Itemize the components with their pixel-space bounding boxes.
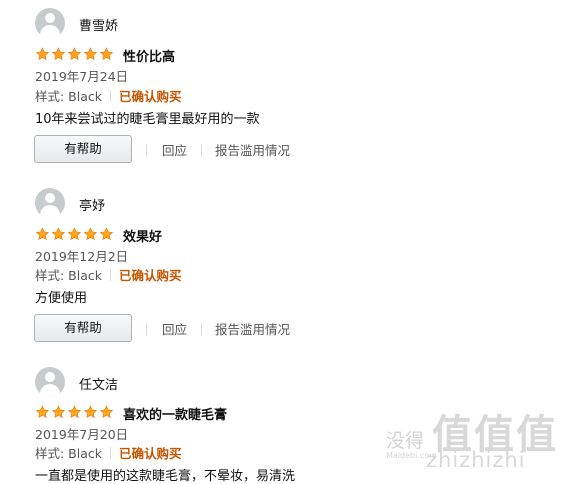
reviewer-name[interactable]: 亭妤: [79, 195, 105, 214]
review-title[interactable]: 效果好: [123, 226, 162, 245]
review-actions: 回应 报告滥用情况: [146, 319, 290, 338]
style-label[interactable]: 样式: Black: [35, 89, 102, 104]
report-abuse-link[interactable]: 报告滥用情况: [215, 322, 290, 337]
review-title[interactable]: 性价比高: [123, 46, 175, 65]
avatar[interactable]: [35, 188, 65, 218]
star-rating[interactable]: [35, 47, 114, 61]
reply-link[interactable]: 回应: [162, 322, 187, 337]
star-icon: [51, 227, 66, 241]
star-icon: [35, 47, 50, 61]
divider: [110, 90, 112, 102]
divider: [200, 144, 202, 157]
style-label[interactable]: 样式: Black: [35, 268, 102, 283]
review-date: 2019年12月2日: [35, 249, 129, 264]
star-icon: [83, 47, 98, 61]
divider: [200, 323, 202, 336]
review-meta: 样式: Black 已确认购买: [35, 443, 182, 462]
star-icon: [35, 405, 50, 419]
verified-purchase-badge: 已确认购买: [119, 268, 182, 283]
star-icon: [99, 227, 114, 241]
avatar[interactable]: [35, 367, 65, 397]
review-body: 方便使用: [35, 291, 88, 306]
divider: [110, 269, 112, 281]
verified-purchase-badge: 已确认购买: [119, 446, 182, 461]
reviewer-name[interactable]: 任文洁: [79, 374, 118, 393]
review-body: 10年来尝试过的睫毛膏里最好用的一款: [35, 112, 260, 127]
review-date: 2019年7月20日: [35, 427, 129, 442]
watermark-site: Maidebi.com: [386, 451, 437, 460]
divider: [110, 447, 112, 459]
star-icon: [67, 405, 82, 419]
verified-purchase-badge: 已确认购买: [119, 89, 182, 104]
review-meta: 样式: Black 已确认购买: [35, 265, 182, 284]
review-body: 一直都是使用的这款睫毛膏，不晕妆，易清洗: [35, 469, 296, 484]
star-icon: [83, 405, 98, 419]
watermark-big-text: 值值值: [432, 412, 558, 458]
style-label[interactable]: 样式: Black: [35, 446, 102, 461]
review-title[interactable]: 喜欢的一款睫毛膏: [123, 404, 227, 423]
review-date: 2019年7月24日: [35, 69, 129, 84]
star-rating[interactable]: [35, 227, 114, 241]
review-meta: 样式: Black 已确认购买: [35, 86, 182, 105]
reply-link[interactable]: 回应: [162, 143, 187, 158]
star-rating[interactable]: [35, 405, 114, 419]
watermark: 值值值 没得 Maidebi.com zhizhizhi: [386, 396, 574, 482]
avatar[interactable]: [35, 8, 65, 38]
watermark-pinyin: zhizhizhi: [426, 448, 526, 472]
review-actions: 回应 报告滥用情况: [146, 140, 290, 159]
watermark-text: 没得: [386, 430, 425, 452]
helpful-button[interactable]: 有帮助: [34, 314, 132, 342]
star-icon: [67, 47, 82, 61]
reviewer-name[interactable]: 曹雪娇: [79, 15, 118, 34]
divider: [146, 323, 147, 336]
divider: [146, 144, 147, 157]
star-icon: [99, 47, 114, 61]
star-icon: [35, 227, 50, 241]
report-abuse-link[interactable]: 报告滥用情况: [215, 143, 290, 158]
helpful-button[interactable]: 有帮助: [34, 135, 132, 163]
star-icon: [83, 227, 98, 241]
star-icon: [99, 405, 114, 419]
star-icon: [67, 227, 82, 241]
star-icon: [51, 405, 66, 419]
star-icon: [51, 47, 66, 61]
